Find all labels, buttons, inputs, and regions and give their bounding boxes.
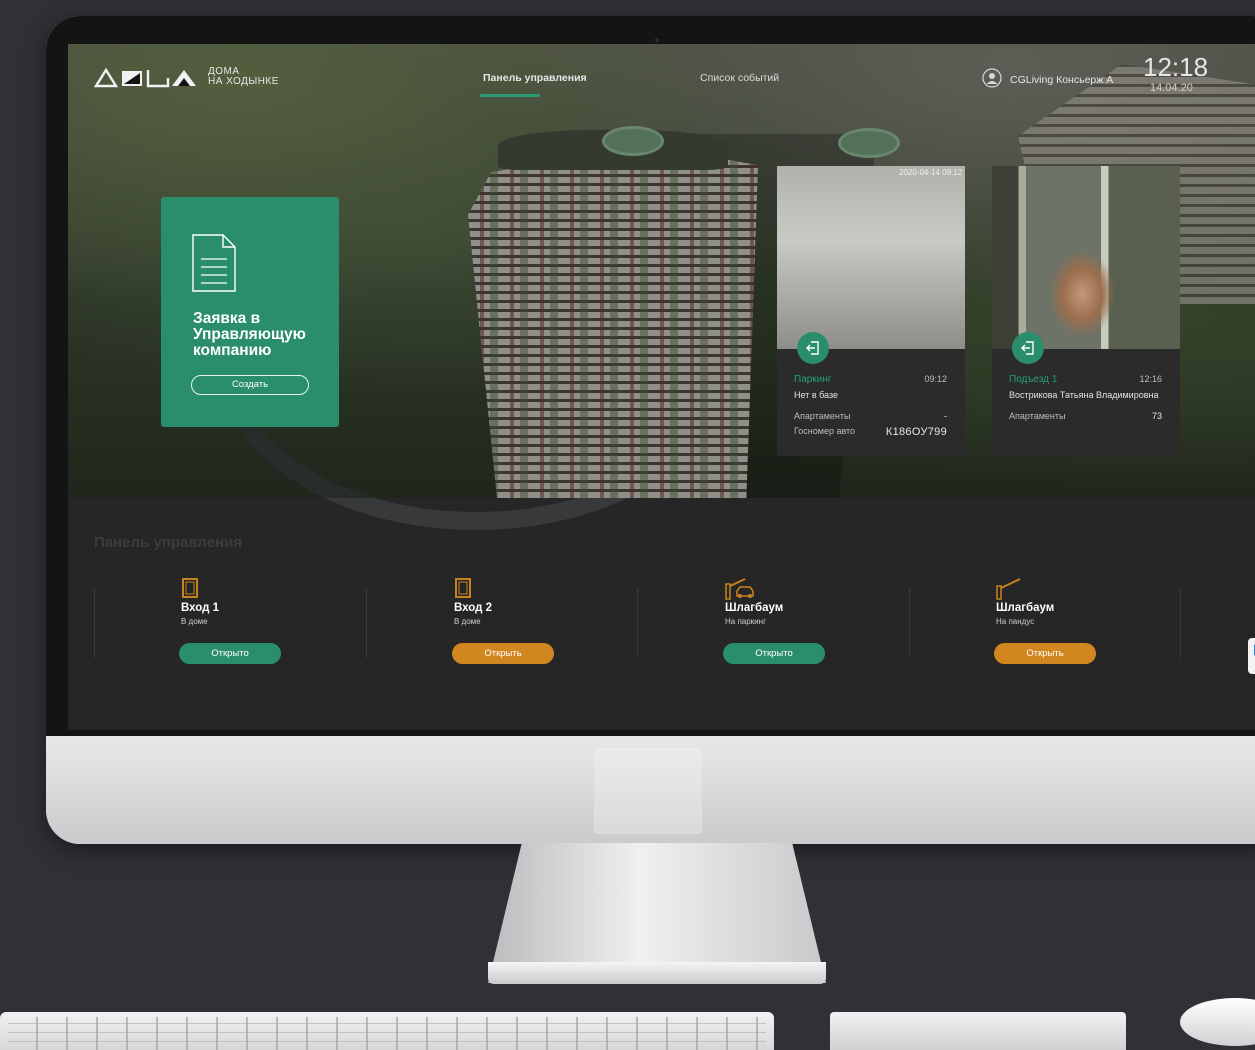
control-name: Вход 1 [181, 602, 220, 614]
barrier-car-icon [725, 578, 925, 600]
open-barrier-parking-button[interactable]: Открыто [723, 643, 825, 664]
control-sub: На паркинг [725, 617, 766, 626]
clock-date: 14.04.20 [1150, 82, 1193, 94]
apple-logo [594, 748, 702, 834]
divider [94, 588, 95, 658]
control-barrier-parking: Шлагбаум На паркинг Открыто [723, 578, 925, 664]
open-entrance-2-button[interactable]: Открыть [452, 643, 554, 664]
logo-mark [94, 66, 198, 88]
request-card[interactable]: Заявка в Управляющую компанию Создать [161, 197, 339, 427]
monitor-chin [46, 736, 1255, 844]
camera-feed-entrance [992, 166, 1180, 349]
control-sub: На пандус [996, 617, 1035, 626]
control-sub: В доме [454, 617, 481, 626]
user-icon [982, 68, 1002, 91]
mouse [1180, 998, 1255, 1046]
monitor-stand-base [488, 962, 826, 984]
camera-apartment-row: Апартаменты - [794, 411, 947, 421]
open-barrier-ramp-button[interactable]: Открыть [994, 643, 1096, 664]
camera-name: Подъезд 1 [1009, 374, 1058, 385]
camera-status: Нет в базе [794, 390, 838, 400]
camera-title-row: Подъезд 1 12:16 [1009, 374, 1162, 385]
keyboard [0, 1012, 774, 1050]
screen-bezel: ДОМА НА ХОДЫНКЕ Панель управления Список… [46, 16, 1255, 736]
logo[interactable]: ДОМА НА ХОДЫНКЕ [94, 62, 279, 92]
control-name: Шлагбаум [996, 602, 1055, 614]
camera-status-row: Вострикова Татьяна Владимировна [1009, 390, 1162, 400]
open-entrance-1-button[interactable]: Открыто [179, 643, 281, 664]
camera-apartment-row: Апартаменты 73 [1009, 411, 1162, 421]
barrier-icon [996, 578, 1196, 600]
camera-title-row: Паркинг 09:12 [794, 374, 947, 385]
nav-control-panel[interactable]: Панель управления [483, 72, 587, 84]
camera-status-row: Нет в базе [794, 390, 947, 400]
apartment-value: 73 [1151, 411, 1162, 421]
logo-line-2: НА ХОДЫНКЕ [208, 76, 279, 87]
camera-plate-row: Госномер авто К186ОУ799 [794, 426, 947, 438]
user-name: CGLiving Консьерж А [1010, 73, 1114, 86]
camera-name: Паркинг [794, 374, 832, 385]
imac-monitor: ДОМА НА ХОДЫНКЕ Панель управления Список… [46, 16, 1255, 844]
control-barrier-ramp: Шлагбаум На пандус Открыть [994, 578, 1196, 664]
control-panel-title: Панель управления [94, 534, 243, 551]
user-menu[interactable]: CGLiving Консьерж А [982, 68, 1113, 91]
request-title: Заявка в Управляющую компанию [193, 310, 306, 359]
door-icon [454, 578, 654, 600]
nav-event-list[interactable]: Список событий [700, 72, 779, 84]
control-entrance-2: Вход 2 В доме Открыть [452, 578, 654, 664]
camera-timestamp: 2020-04-14 09:12 [899, 168, 963, 177]
camera-time: 09:12 [924, 374, 947, 384]
document-icon [191, 233, 237, 298]
apartment-label: Апартаменты [1009, 411, 1066, 421]
webcam [655, 38, 659, 42]
visitor-name: Вострикова Татьяна Владимировна [1009, 390, 1159, 400]
camera-time: 12:16 [1139, 374, 1162, 384]
door-icon [181, 578, 381, 600]
control-sub: В доме [181, 617, 208, 626]
control-name: Шлагбаум [725, 602, 784, 614]
trackpad [830, 1012, 1126, 1050]
nav-active-indicator [480, 94, 540, 97]
apartment-label: Апартаменты [794, 411, 851, 421]
app-screen: ДОМА НА ХОДЫНКЕ Панель управления Список… [68, 44, 1255, 730]
control-name: Вход 2 [454, 602, 493, 614]
control-entrance-1: Вход 1 В доме Открыто [179, 578, 381, 664]
logo-text: ДОМА НА ХОДЫНКЕ [208, 67, 279, 87]
support-widget[interactable] [1248, 638, 1255, 674]
clock-time: 12:18 [1143, 52, 1209, 82]
apartment-value: - [944, 411, 947, 421]
camera-feed-parking [777, 166, 965, 349]
plate-value: К186ОУ799 [885, 426, 947, 438]
plate-label: Госномер авто [794, 426, 856, 436]
camera-panel-entrance[interactable]: Подъезд 1 12:16 Вострикова Татьяна Влади… [992, 166, 1180, 456]
keyboard-keys [8, 1017, 766, 1050]
entry-arrow-icon[interactable] [797, 332, 829, 364]
entry-arrow-icon[interactable] [1012, 332, 1044, 364]
create-request-button[interactable]: Создать [191, 375, 309, 395]
camera-panel-parking[interactable]: 2020-04-14 09:12 Паркинг 09:12 Нет в баз… [777, 166, 965, 456]
